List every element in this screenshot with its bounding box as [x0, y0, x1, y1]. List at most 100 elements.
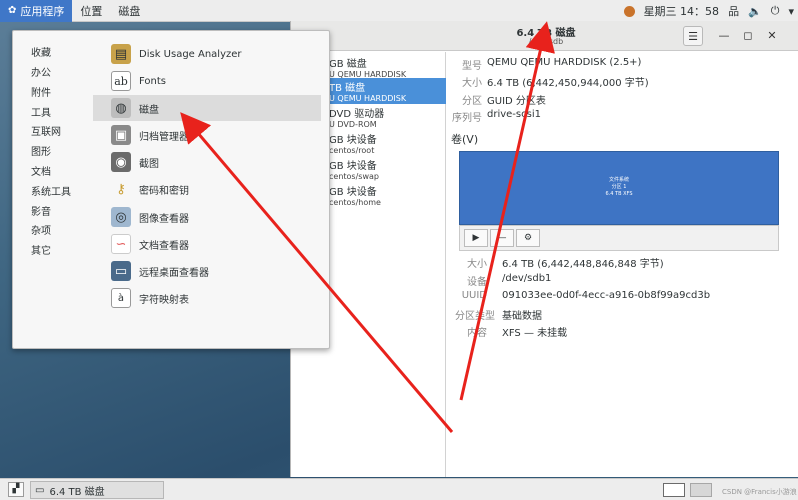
category-media[interactable]: 影音	[31, 203, 51, 218]
app-disk-usage-analyzer[interactable]: ▤ Disk Usage Analyzer	[93, 41, 321, 67]
prop-value: 基础数据	[502, 311, 542, 322]
app-document-viewer[interactable]: ∽ 文档查看器	[93, 231, 321, 257]
document-viewer-icon: ∽	[111, 234, 131, 254]
power-icon[interactable]: ⏻	[771, 4, 780, 18]
applications-menu[interactable]: ✿ 应用程序	[0, 0, 73, 22]
network-icon[interactable]: 品	[728, 3, 739, 19]
volumes-heading: 卷(V)	[451, 133, 479, 146]
workspace-1[interactable]	[663, 483, 685, 497]
prop-label: 设备	[467, 277, 487, 288]
device-subtitle: U DVD-ROM	[329, 120, 377, 129]
image-viewer-icon: ◎	[111, 207, 131, 227]
category-tools[interactable]: 工具	[31, 104, 51, 119]
places-label: 位置	[80, 4, 103, 18]
bottom-taskbar: ▞ ▭ 6.4 TB 磁盘 CSDN @Francis小游浪	[0, 478, 798, 500]
volume-label: 6.4 TB XFS	[605, 191, 633, 197]
app-label: Disk Usage Analyzer	[139, 48, 242, 60]
category-accessories[interactable]: 附件	[31, 84, 51, 99]
prop-value: 091033ee-0d0f-4ecc-a916-0b8f99a9cd3b	[502, 290, 711, 301]
prop-value: 6.4 TB (6,442,450,944,000 字节)	[487, 78, 649, 89]
app-label: 字符映射表	[139, 294, 189, 306]
window-subtitle: /dev/sdb	[528, 37, 564, 46]
prop-value: GUID 分区表	[487, 96, 546, 107]
prop-label: 分区类型	[455, 311, 495, 322]
prop-value: drive-scsi1	[487, 109, 541, 120]
top-bar: ✿ 应用程序 位置 磁盘 星期三 14：58 品 🔈 ⏻ ▾	[0, 0, 798, 22]
device-title: DVD 驱动器	[329, 109, 385, 120]
mount-button[interactable]: ▶	[464, 229, 488, 247]
device-title: GB 块设备	[329, 187, 377, 198]
taskbar-window-disks[interactable]: ▭ 6.4 TB 磁盘	[30, 481, 164, 499]
show-desktop-icon[interactable]: ▞	[8, 482, 24, 497]
volume-icon[interactable]: 🔈	[748, 5, 762, 18]
device-title: GB 磁盘	[329, 59, 367, 70]
archive-icon: ▣	[111, 125, 131, 145]
app-label: 归档管理器	[139, 131, 189, 143]
device-subtitle: U QEMU HARDDISK	[329, 94, 407, 103]
chevron-down-icon[interactable]: ▾	[788, 5, 794, 18]
maximize-button[interactable]: ◻	[738, 26, 758, 46]
device-title: TB 磁盘	[329, 83, 366, 94]
disks-window: 6.4 TB 磁盘 /dev/sdb ☰ — ◻ ✕ GB 磁盘 U QEMU …	[290, 21, 798, 477]
fonts-icon: ab	[111, 71, 131, 91]
remove-partition-button[interactable]: —	[490, 229, 514, 247]
app-label: 图像查看器	[139, 213, 189, 225]
volume-toolbar: ▶ — ⚙	[459, 225, 779, 251]
active-app-menu[interactable]: 磁盘	[110, 0, 148, 22]
category-favorites[interactable]: 收藏	[31, 44, 51, 59]
clock[interactable]: 星期三 14：58	[644, 3, 720, 19]
app-archive-manager[interactable]: ▣ 归档管理器	[93, 122, 321, 148]
applications-menu-popup: 收藏 办公 附件 工具 互联网 图形 文档 系统工具 影音 杂项 其它 ▤ Di…	[12, 30, 330, 349]
prop-value: 6.4 TB (6,442,448,846,848 字节)	[502, 259, 664, 270]
screenshot-icon: ◉	[111, 152, 131, 172]
device-subtitle: centos/root	[329, 146, 375, 155]
prop-label: 内容	[467, 328, 487, 339]
close-button[interactable]: ✕	[762, 26, 782, 46]
prop-label: 分区	[462, 96, 482, 107]
device-subtitle: centos/swap	[329, 172, 379, 181]
settings-icon[interactable]: ⚙	[516, 229, 540, 247]
app-fonts[interactable]: ab Fonts	[93, 68, 321, 94]
active-app-label: 磁盘	[118, 4, 141, 18]
prop-label: 序列号	[452, 113, 482, 124]
app-screenshot[interactable]: ◉ 截图	[93, 149, 321, 175]
prop-value: XFS — 未挂载	[502, 328, 568, 339]
app-label: 磁盘	[139, 104, 159, 116]
folder-chart-icon: ▤	[111, 44, 131, 64]
drive-menu-button[interactable]: ☰	[683, 26, 703, 46]
volume-label: 文件系统	[608, 177, 629, 183]
disk-icon: ▭	[35, 484, 45, 496]
app-remote-desktop-viewer[interactable]: ▭ 远程桌面查看器	[93, 258, 321, 284]
category-graphics[interactable]: 图形	[31, 143, 51, 158]
device-title: GB 块设备	[329, 161, 377, 172]
category-system-tools[interactable]: 系统工具	[31, 183, 71, 198]
prop-label: UUID	[461, 290, 487, 301]
app-disks[interactable]: ◍ 磁盘	[93, 95, 321, 121]
prop-value: QEMU QEMU HARDDISK (2.5+)	[487, 57, 642, 68]
minimize-button[interactable]: —	[714, 26, 734, 46]
app-passwords-keys[interactable]: ⚷ 密码和密钥	[93, 176, 321, 202]
places-menu[interactable]: 位置	[72, 0, 110, 22]
app-label: 密码和密钥	[139, 185, 189, 197]
weather-icon[interactable]	[623, 5, 635, 17]
category-other[interactable]: 其它	[31, 242, 51, 257]
workspace-2[interactable]	[690, 483, 712, 497]
device-title: GB 块设备	[329, 135, 377, 146]
app-character-map[interactable]: à 字符映射表	[93, 285, 321, 311]
prop-label: 大小	[462, 78, 482, 89]
category-misc[interactable]: 杂项	[31, 222, 51, 237]
volume-label: 分区 1	[611, 184, 627, 190]
device-subtitle: centos/home	[329, 198, 381, 207]
prop-label: 型号	[462, 61, 482, 72]
category-documents[interactable]: 文档	[31, 163, 51, 178]
volume-partition-block[interactable]: 文件系统 分区 1 6.4 TB XFS	[459, 151, 779, 225]
remote-desktop-icon: ▭	[111, 261, 131, 281]
app-image-viewer[interactable]: ◎ 图像查看器	[93, 204, 321, 230]
category-office[interactable]: 办公	[31, 64, 51, 79]
app-label: 截图	[139, 158, 159, 170]
keys-icon: ⚷	[116, 181, 126, 197]
character-map-icon: à	[111, 288, 131, 308]
category-internet[interactable]: 互联网	[31, 123, 61, 138]
applications-label: 应用程序	[20, 4, 65, 18]
app-label: 远程桌面查看器	[139, 267, 209, 279]
